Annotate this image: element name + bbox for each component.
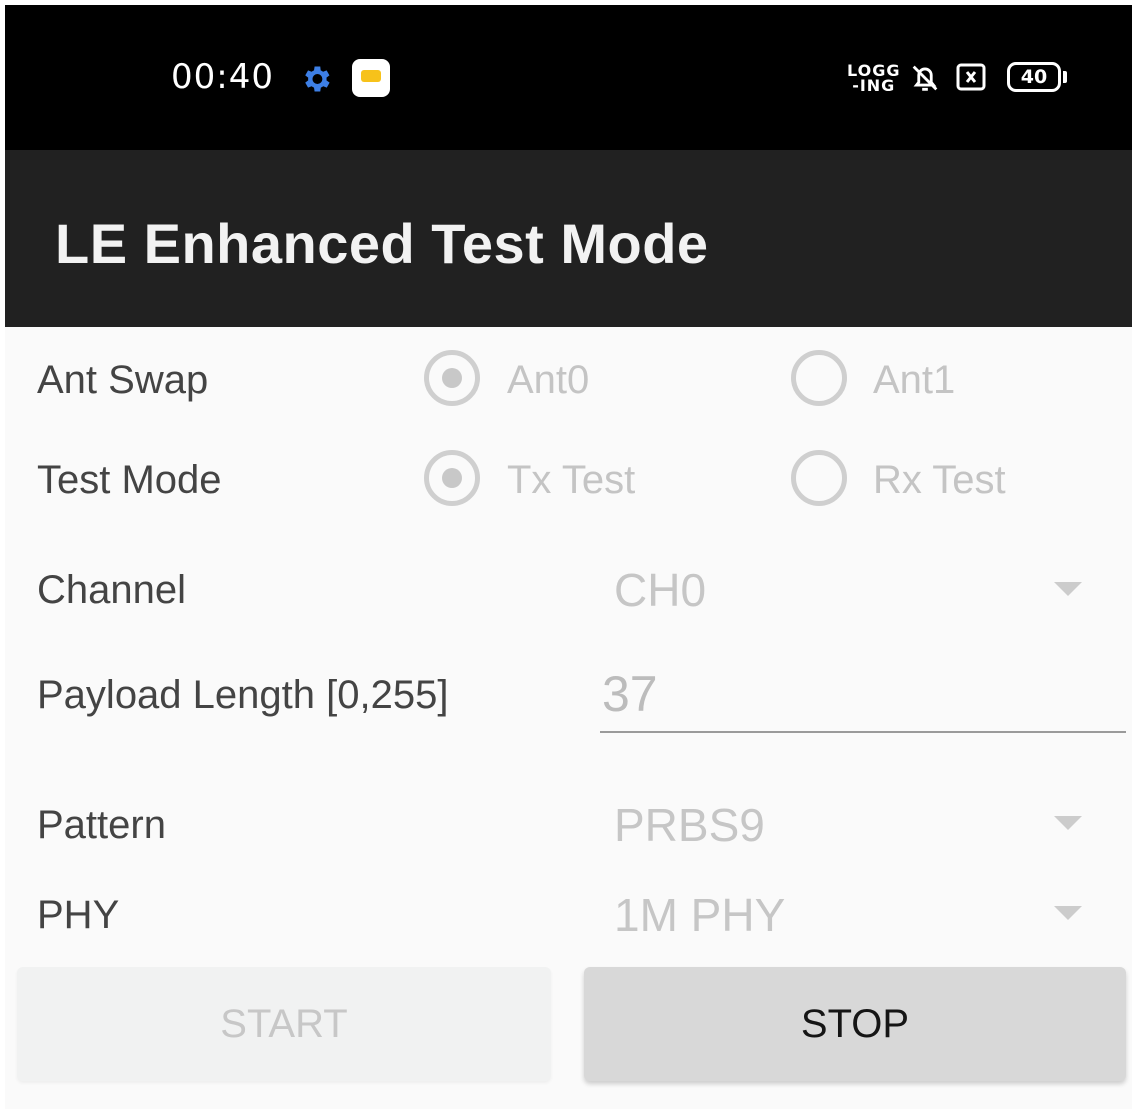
gear-icon [305, 66, 330, 92]
app-bar: LE Enhanced Test Mode [5, 150, 1132, 327]
phy-spinner[interactable]: 1M PHY [614, 888, 785, 942]
radio-ant1[interactable] [791, 350, 847, 406]
status-bar: 00:40 LOGG -ING 40 [5, 5, 1132, 150]
phy-label: PHY [37, 893, 120, 937]
channel-spinner[interactable]: CH0 [614, 563, 706, 617]
logging-icon: LOGG -ING [847, 61, 901, 95]
start-button[interactable]: START [17, 967, 551, 1081]
battery-tip [1063, 71, 1067, 83]
pattern-spinner[interactable]: PRBS9 [614, 798, 765, 852]
radio-dot [442, 368, 462, 388]
stop-button[interactable]: STOP [584, 967, 1126, 1081]
radio-rx-test-label[interactable]: Rx Test [873, 458, 1006, 503]
test-mode-label: Test Mode [37, 458, 222, 502]
radio-dot [442, 468, 462, 488]
ant-swap-label: Ant Swap [37, 358, 209, 402]
battery-icon: 40 [1007, 62, 1061, 92]
input-underline [600, 731, 1126, 733]
radio-ant1-label[interactable]: Ant1 [873, 358, 955, 403]
chevron-down-icon[interactable] [1054, 582, 1082, 596]
radio-tx-test[interactable] [424, 450, 480, 506]
radio-ant0[interactable] [424, 350, 480, 406]
bell-off-icon [912, 65, 938, 91]
payload-length-input[interactable]: 37 [602, 665, 658, 723]
status-time: 00:40 [171, 57, 274, 97]
pattern-label: Pattern [37, 803, 166, 847]
payload-length-label: Payload Length [0,255] [37, 673, 449, 717]
radio-rx-test[interactable] [791, 450, 847, 506]
radio-tx-test-label[interactable]: Tx Test [507, 458, 635, 503]
chevron-down-icon[interactable] [1054, 816, 1082, 830]
chevron-down-icon[interactable] [1054, 906, 1082, 920]
close-box-icon [956, 63, 986, 91]
channel-label: Channel [37, 568, 187, 612]
screen: 00:40 LOGG -ING 40 LE Enhanced Test Mode… [5, 5, 1132, 1109]
radio-ant0-label[interactable]: Ant0 [507, 358, 589, 403]
page-title: LE Enhanced Test Mode [55, 212, 709, 275]
message-icon [352, 59, 390, 97]
